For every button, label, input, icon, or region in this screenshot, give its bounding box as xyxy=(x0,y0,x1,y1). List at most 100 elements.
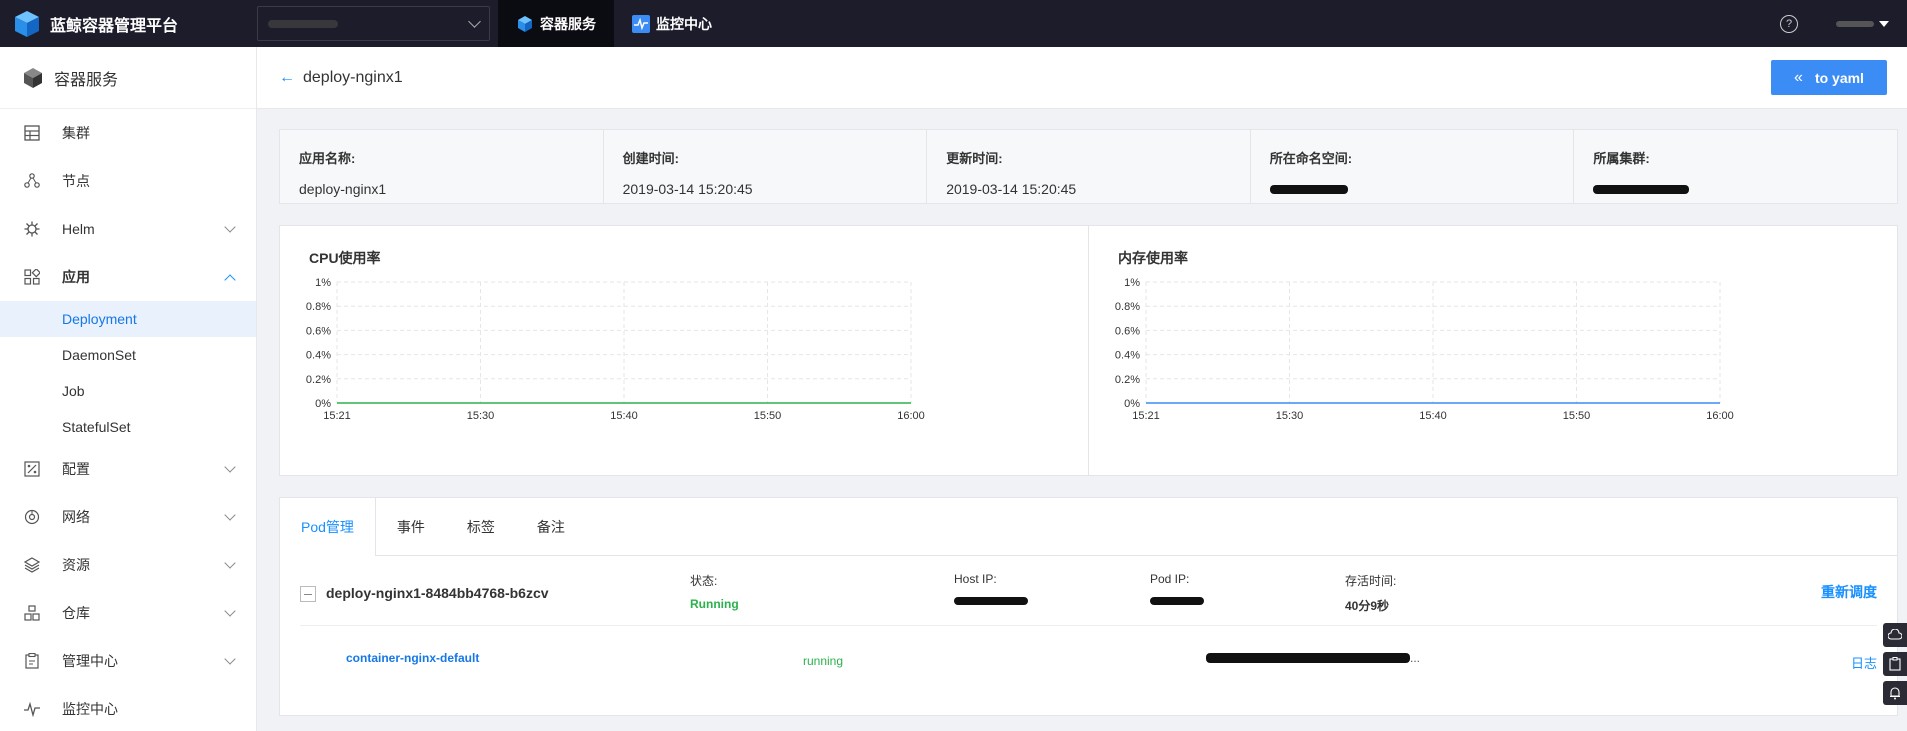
apps-icon xyxy=(24,269,40,285)
chevron-down-icon xyxy=(224,509,236,521)
log-link[interactable]: 日志 xyxy=(1851,653,1877,672)
topnav-monitor[interactable]: 监控中心 xyxy=(614,0,730,47)
monitor-icon xyxy=(632,14,650,33)
sidebar-item-cluster[interactable]: 集群 xyxy=(0,109,256,157)
box-icon xyxy=(24,67,42,88)
usage-charts: CPU使用率 1% 0.8% 0.6% 0.4% 0.2% 0% 15:21 15:30 15:… xyxy=(279,225,1898,476)
info-value: 2019-03-14 15:20:45 xyxy=(622,181,753,197)
info-label: 所属集群: xyxy=(1593,151,1650,166)
sidebar-item-config[interactable]: 配置 xyxy=(0,445,256,493)
back-arrow-icon[interactable]: ← xyxy=(279,69,295,87)
info-value: deploy-nginx1 xyxy=(299,181,387,197)
chevron-down-icon xyxy=(468,14,481,28)
collapse-toggle-icon[interactable] xyxy=(300,586,316,602)
memory-usage-chart: 1% 0.8% 0.6% 0.4% 0.2% 0%15:21 15:30 15:40 15:50… xyxy=(1115,277,1734,422)
info-label: 所在命名空间: xyxy=(1269,151,1353,166)
sidebar-item-label: 管理中心 xyxy=(62,653,118,669)
sidebar-item-helm[interactable]: Helm xyxy=(0,205,256,253)
pod-tabs: Pod管理 事件 标签 备注 xyxy=(280,498,1897,556)
sidebar-item-monitor[interactable]: 监控中心 xyxy=(0,685,256,731)
sidebar-item-nodes[interactable]: 节点 xyxy=(0,157,256,205)
pod-status-label: 状态: xyxy=(690,574,718,588)
cpu-usage-chart: 1% 0.8% 0.6% 0.4% 0.2% 0%15:21 15:30 15:40 15:50… xyxy=(306,277,925,422)
sidebar-item-management[interactable]: 管理中心 xyxy=(0,637,256,685)
floating-toolbar xyxy=(1883,623,1907,710)
sidebar-subitem-deployment[interactable]: Deployment xyxy=(0,301,256,337)
cluster-redacted xyxy=(1593,185,1690,194)
pod-age: 存活时间: 40分9秒 xyxy=(1345,572,1396,614)
nodes-icon xyxy=(24,173,40,189)
double-chevron-left-icon: « xyxy=(1794,68,1803,86)
sidebar-item-label: 资源 xyxy=(62,557,90,573)
network-icon xyxy=(24,509,40,525)
x-tick-label: 15:40 xyxy=(1419,410,1447,422)
y-tick-label: 0.4% xyxy=(1115,350,1140,362)
x-tick-label: 15:30 xyxy=(467,410,495,422)
sidebar-item-network[interactable]: 网络 xyxy=(0,493,256,541)
container-image: ... xyxy=(1206,651,1420,665)
x-tick-label: 16:00 xyxy=(897,410,925,422)
user-menu[interactable] xyxy=(1836,20,1889,27)
sidebar-item-label: 仓库 xyxy=(62,605,90,621)
image-redacted xyxy=(1206,653,1410,663)
topnav-container-service[interactable]: 容器服务 xyxy=(498,0,614,47)
tab-notes[interactable]: 备注 xyxy=(516,498,586,555)
chevron-up-icon xyxy=(224,274,236,286)
clipboard-icon[interactable] xyxy=(1883,652,1907,676)
topnav-label: 监控中心 xyxy=(656,15,712,32)
y-tick-label: 0.6% xyxy=(1115,325,1140,337)
y-tick-label: 1% xyxy=(315,277,331,289)
cloud-icon[interactable] xyxy=(1883,623,1907,647)
tab-pod-management[interactable]: Pod管理 xyxy=(280,498,376,556)
x-tick-label: 15:50 xyxy=(754,410,782,422)
host-ip-redacted xyxy=(954,597,1028,605)
tab-events[interactable]: 事件 xyxy=(376,498,446,555)
sidebar-item-warehouse[interactable]: 仓库 xyxy=(0,589,256,637)
y-tick-label: 1% xyxy=(1124,277,1140,289)
reschedule-button[interactable]: 重新调度 xyxy=(1821,582,1877,602)
sidebar-item-label: 集群 xyxy=(62,125,90,141)
help-icon[interactable]: ? xyxy=(1780,14,1798,33)
container-status: running xyxy=(803,654,844,668)
sidebar-item-apps[interactable]: 应用 xyxy=(0,253,256,301)
sidebar-item-label: 节点 xyxy=(62,173,90,189)
grid-icon xyxy=(24,125,40,141)
info-created: 创建时间: 2019-03-14 15:20:45 xyxy=(604,130,928,203)
namespace-redacted xyxy=(1269,185,1348,194)
cube-logo-icon xyxy=(15,10,39,37)
info-cluster: 所属集群: xyxy=(1574,130,1897,203)
cluster-select[interactable] xyxy=(257,6,490,41)
tab-labels[interactable]: 标签 xyxy=(446,498,516,555)
x-tick-label: 16:00 xyxy=(1706,410,1734,422)
info-value: 2019-03-14 15:20:45 xyxy=(946,181,1077,197)
pod-ip: Pod IP: xyxy=(1150,572,1204,608)
app-logo[interactable]: 蓝鲸容器管理平台 xyxy=(0,9,250,39)
top-bar: 蓝鲸容器管理平台 容器服务 监控中心 ? xyxy=(0,0,1907,47)
info-namespace: 所在命名空间: xyxy=(1251,130,1575,203)
to-yaml-button[interactable]: « to yaml xyxy=(1771,60,1887,95)
clipboard-icon xyxy=(24,653,40,669)
bell-icon[interactable] xyxy=(1883,681,1907,705)
pod-ip-redacted xyxy=(1150,597,1204,605)
topnav-label: 容器服务 xyxy=(540,15,596,32)
age-label: 存活时间: xyxy=(1345,574,1397,588)
sidebar-subitem-daemonset[interactable]: DaemonSet xyxy=(0,337,256,373)
top-nav: 容器服务 监控中心 xyxy=(498,0,730,47)
image-ellipsis: ... xyxy=(1410,651,1421,665)
y-tick-label: 0.4% xyxy=(306,350,331,362)
sidebar-subitem-job[interactable]: Job xyxy=(0,373,256,409)
warehouse-icon xyxy=(24,605,40,621)
chevron-down-icon xyxy=(224,557,236,569)
y-tick-label: 0% xyxy=(315,398,331,410)
sidebar-item-resources[interactable]: 资源 xyxy=(0,541,256,589)
y-tick-label: 0.2% xyxy=(306,374,331,386)
sidebar-item-label: 配置 xyxy=(62,461,90,477)
sidebar-subitem-statefulset[interactable]: StatefulSet xyxy=(0,409,256,445)
y-tick-label: 0.2% xyxy=(1115,374,1140,386)
host-ip-label: Host IP: xyxy=(954,572,997,586)
username-redacted xyxy=(1836,20,1874,27)
container-name-link[interactable]: container-nginx-default xyxy=(346,651,479,665)
chevron-down-icon xyxy=(224,605,236,617)
sidebar-item-label: Helm xyxy=(62,221,95,237)
app-info-panel: 应用名称: deploy-nginx1 创建时间: 2019-03-14 15:… xyxy=(279,129,1898,204)
